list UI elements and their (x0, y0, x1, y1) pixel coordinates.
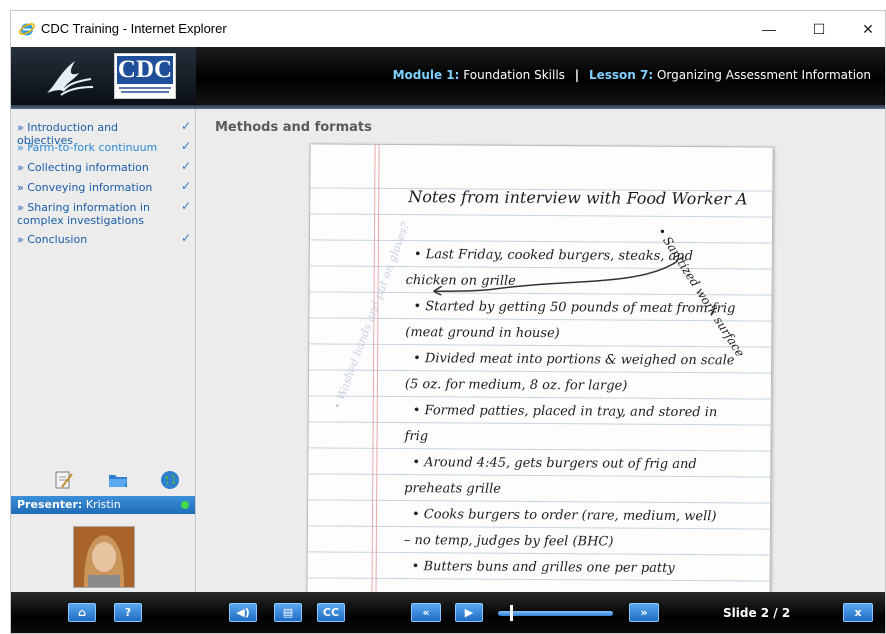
completed-check-icon: ✓ (180, 159, 191, 173)
breadcrumb-separator: | (574, 68, 580, 82)
sidebar-item-label: » Conveying information (17, 181, 153, 194)
notebook-line: • Divided meat into portions & weighed o… (413, 351, 735, 369)
closed-captions-button[interactable]: CC (317, 603, 345, 622)
globe-icon[interactable] (159, 469, 181, 491)
sidebar-item-farm-to-fork[interactable]: » Farm-to-fork continuum ✓ (17, 139, 193, 155)
slide-counter: Slide 2 / 2 (723, 606, 791, 620)
presenter-status-dot (181, 501, 189, 509)
sidebar-item-sharing[interactable]: » Sharing information in complex investi… (17, 199, 193, 228)
window-title: CDC Training - Internet Explorer (41, 21, 227, 36)
logo-area: CDC (11, 47, 196, 105)
notes-button[interactable]: ▤ (274, 603, 302, 622)
notebook-line: – no temp, judges by feel (BHC) (403, 533, 614, 550)
maximize-button[interactable]: ☐ (804, 17, 834, 41)
notebook-margin-line (375, 144, 380, 605)
module-key: Module 1: (392, 68, 460, 82)
notebook-line: • Around 4:45, gets burgers out of frig … (412, 455, 697, 473)
completed-check-icon: ✓ (180, 119, 191, 133)
notebook-line: (meat ground in house) (405, 325, 560, 342)
play-button[interactable]: ▶ (455, 603, 483, 622)
previous-button[interactable]: « (411, 603, 441, 622)
notebook-title: Notes from interview with Food Worker A (408, 187, 748, 209)
sidebar: » Introduction and objectives ✓ » Farm-t… (11, 109, 196, 592)
completed-check-icon: ✓ (180, 199, 191, 213)
sidebar-item-collecting[interactable]: » Collecting information ✓ (17, 159, 193, 175)
cdc-logo-letters: CDC (117, 56, 173, 84)
course-header: CDC Module 1: Foundation Skills | Lesson… (11, 47, 885, 105)
sidebar-tools (11, 469, 195, 495)
seek-thumb[interactable] (509, 605, 513, 621)
presenter-avatar (73, 526, 135, 588)
cdc-logo-tagline-2 (121, 91, 169, 93)
notebook-faint-note: • Washed hands and put on gloves? (330, 220, 413, 412)
minimize-button[interactable]: — (754, 17, 784, 41)
close-button[interactable]: ✕ (853, 17, 883, 41)
exit-button[interactable]: x (843, 603, 873, 622)
notebook-line: • Butters buns and grilles one per patty (411, 559, 675, 576)
hhs-eagle-logo (47, 61, 94, 96)
sidebar-item-label: » Farm-to-fork continuum (17, 141, 158, 154)
section-title: Methods and formats (215, 120, 372, 135)
title-bar: CDC Training - Internet Explorer — ☐ ✕ (11, 11, 885, 47)
notebook-line: frig (404, 429, 429, 445)
completed-check-icon: ✓ (180, 139, 191, 153)
sidebar-item-conveying[interactable]: » Conveying information ✓ (17, 179, 193, 195)
sidebar-item-conclusion[interactable]: » Conclusion ✓ (17, 231, 193, 247)
player-toolbar: ⌂ ? ◀) ▤ CC « ▶ » Slide 2 / 2 x (11, 592, 885, 633)
browser-window: CDC Training - Internet Explorer — ☐ ✕ C… (10, 10, 886, 634)
sidebar-item-label: » Sharing information in complex investi… (17, 201, 150, 227)
presenter-bar: Presenter: Kristin (11, 496, 195, 514)
seek-bar[interactable] (498, 611, 613, 616)
audio-button[interactable]: ◀) (229, 603, 257, 622)
notebook-line: preheats grille (404, 481, 502, 497)
sidebar-item-label: » Conclusion (17, 233, 88, 246)
cdc-logo-tagline (119, 87, 171, 89)
presenter-name: Kristin (85, 498, 121, 511)
home-button[interactable]: ⌂ (68, 603, 96, 622)
breadcrumb: Module 1: Foundation Skills | Lesson 7: … (393, 68, 871, 82)
module-name: Foundation Skills (463, 68, 565, 82)
lesson-name: Organizing Assessment Information (656, 68, 871, 82)
cdc-logo: CDC (114, 53, 176, 99)
sidebar-item-label: » Collecting information (17, 161, 149, 174)
internet-explorer-icon (19, 23, 35, 36)
handwritten-arrow (433, 260, 679, 296)
main-content: Methods and formats Notes from interview… (196, 109, 885, 609)
completed-check-icon: ✓ (180, 179, 191, 193)
notebook-line: • Cooks burgers to order (rare, medium, … (411, 507, 717, 525)
notebook-line: (5 oz. for medium, 8 oz. for large) (404, 377, 628, 394)
notebook-line: • Started by getting 50 pounds of meat f… (413, 299, 736, 317)
presenter-label: Presenter: (17, 498, 83, 511)
folder-icon[interactable] (107, 469, 129, 491)
help-button[interactable]: ? (114, 603, 142, 622)
lesson-key: Lesson 7: (588, 68, 654, 82)
notebook-line: • Formed patties, placed in tray, and st… (412, 403, 718, 421)
notes-icon[interactable] (53, 469, 75, 491)
completed-check-icon: ✓ (180, 231, 191, 245)
notebook-page: Notes from interview with Food Worker A … (306, 143, 774, 609)
next-button[interactable]: » (629, 603, 659, 622)
